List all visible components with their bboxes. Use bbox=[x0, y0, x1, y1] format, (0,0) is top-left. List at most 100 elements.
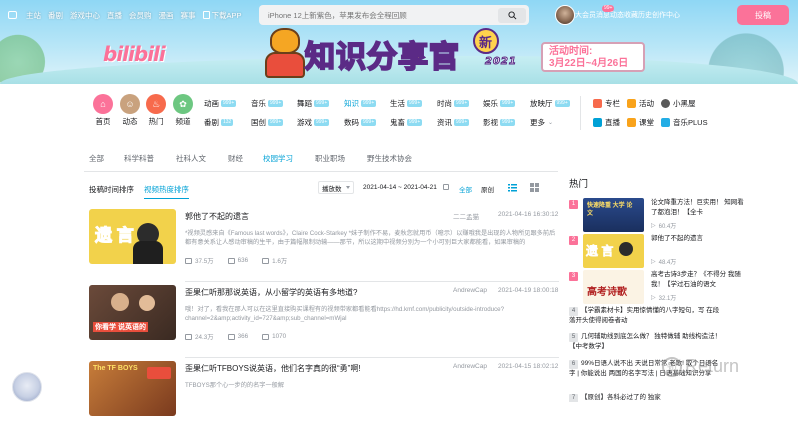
cat-digital[interactable]: 数码 999+ bbox=[344, 117, 377, 128]
sort-select[interactable]: 播放数 bbox=[318, 181, 354, 194]
video-uploader[interactable]: AndrewCap bbox=[453, 363, 487, 370]
link-game-center[interactable]: 游戏中心 bbox=[70, 10, 100, 21]
hot-item[interactable]: 3 高考诗歌 高考古诗3步走？《不得分 我随我！【学过石油的语文 ▷ 32.1万 bbox=[569, 270, 749, 306]
link-messages[interactable]: 消息 99+ bbox=[596, 5, 615, 20]
tab-humanities[interactable]: 社科人文 bbox=[176, 153, 206, 164]
nav-blackroom-label: 小黑屋 bbox=[673, 99, 696, 108]
search-input[interactable] bbox=[268, 10, 498, 20]
play-icon: ▷ bbox=[651, 295, 656, 301]
nav-dynamic[interactable]: ☺ 动态 bbox=[118, 94, 142, 127]
link-favorites[interactable]: 收藏 bbox=[624, 10, 638, 20]
video-item[interactable]: 你看学 说英语的 歪果仁听那那说英语，从小留学的英语有多地道? AndrewCa… bbox=[89, 285, 559, 360]
sort-by-popularity[interactable]: 视频热度排序 bbox=[144, 184, 189, 199]
video-description: TFBOYS那个心一步的的名字一般解 bbox=[185, 382, 285, 389]
nav-column[interactable]: 专栏 bbox=[593, 98, 620, 109]
rank-badge: 5 bbox=[569, 333, 578, 342]
danmaku-count: 636 bbox=[237, 257, 249, 264]
hot-item[interactable]: 1 快速降重 大学 论文 论文降重方法！巨实用！ 知网看了都泡泪！【全卡 ▷ 60… bbox=[569, 198, 749, 234]
nav-hot[interactable]: ♨ 热门 bbox=[144, 94, 168, 127]
hot-thumbnail[interactable]: 遗 言 bbox=[583, 234, 644, 268]
bilibili-logo[interactable]: bilibili bbox=[103, 42, 166, 66]
rank-badge: 4 bbox=[569, 307, 578, 316]
post-button[interactable]: 投稿 bbox=[737, 5, 789, 25]
tab-tech-association[interactable]: 野生技术协会 bbox=[367, 153, 412, 164]
video-item[interactable]: The TF BOYS 歪果仁听TFBOYS说英语，他们名字真的很“勇”啊! A… bbox=[89, 361, 559, 436]
tab-career[interactable]: 职业职场 bbox=[315, 153, 345, 164]
link-vip-shop[interactable]: 会员购 bbox=[129, 10, 152, 21]
cat-dance[interactable]: 舞蹈 999+ bbox=[297, 98, 330, 109]
video-thumbnail[interactable]: The TF BOYS bbox=[89, 361, 176, 416]
cat-news[interactable]: 资讯 999+ bbox=[437, 117, 470, 128]
link-history[interactable]: 历史 bbox=[638, 10, 652, 20]
hot-title[interactable]: 高考古诗3步走？《不得分 我随我！【学过石油的语文 bbox=[651, 270, 747, 290]
hot-thumbnail[interactable]: 快速降重 大学 论文 bbox=[583, 198, 644, 232]
list-view-icon[interactable] bbox=[508, 183, 517, 192]
video-thumbnail[interactable]: 遗 言 bbox=[89, 209, 176, 264]
cat-label: 数码 bbox=[344, 118, 359, 127]
user-avatar[interactable] bbox=[555, 5, 575, 25]
scope-original[interactable]: 原创 bbox=[481, 184, 494, 194]
cat-more[interactable]: 更多 ⌄ bbox=[530, 117, 553, 128]
tab-campus-study[interactable]: 校园学习 bbox=[263, 153, 293, 164]
cat-count: 999+ bbox=[268, 100, 284, 107]
download-app-link[interactable]: 下载APP bbox=[202, 10, 242, 21]
cat-entertainment[interactable]: 娱乐 999+ bbox=[483, 98, 516, 109]
video-item[interactable]: 遗 言 郭他了不起的遗言 二二孟猫 2021-04-16 16:30:12 *视… bbox=[89, 209, 559, 284]
video-uploader[interactable]: 二二孟猫 bbox=[453, 211, 479, 221]
tab-all[interactable]: 全部 bbox=[89, 153, 104, 164]
video-time: 2021-04-19 18:00:18 bbox=[498, 287, 559, 294]
link-anime[interactable]: 番剧 bbox=[48, 10, 63, 21]
play-icon bbox=[185, 333, 192, 340]
link-creator-center[interactable]: 创作中心 bbox=[652, 10, 680, 20]
sort-by-upload-time[interactable]: 投稿时间排序 bbox=[89, 184, 134, 195]
link-live[interactable]: 直播 bbox=[107, 10, 122, 21]
cat-music[interactable]: 音乐 999+ bbox=[251, 98, 284, 109]
nav-activity[interactable]: 活动 bbox=[627, 98, 654, 109]
cat-fashion[interactable]: 时尚 999+ bbox=[437, 98, 470, 109]
video-title[interactable]: 歪果仁听那那说英语，从小留学的英语有多地道? bbox=[185, 287, 357, 298]
cat-film-tv[interactable]: 影视 999+ bbox=[483, 117, 516, 128]
cat-animation[interactable]: 动画 999+ bbox=[204, 98, 237, 109]
tab-finance[interactable]: 财经 bbox=[228, 153, 243, 164]
cat-guichu[interactable]: 鬼畜 999+ bbox=[390, 117, 423, 128]
link-manga[interactable]: 漫画 bbox=[159, 10, 174, 21]
cat-bangumi[interactable]: 番剧 132 bbox=[204, 117, 234, 128]
cat-life[interactable]: 生活 999+ bbox=[390, 98, 423, 109]
nav-home[interactable]: ⌂ 首页 bbox=[91, 94, 115, 127]
grid-view-icon[interactable] bbox=[530, 183, 539, 192]
hot-title[interactable]: 郭他了不起的遗言 bbox=[651, 234, 747, 254]
cat-cinema[interactable]: 放映厅 999+ bbox=[530, 98, 570, 109]
nav-classroom[interactable]: 课堂 bbox=[627, 117, 654, 128]
hot-title[interactable]: 论文降重方法！巨实用！ 知网看了都泡泪！【全卡 bbox=[651, 198, 747, 218]
video-uploader[interactable]: AndrewCap bbox=[453, 287, 487, 294]
nav-classroom-label: 课堂 bbox=[639, 118, 654, 127]
cat-count: 999+ bbox=[314, 100, 330, 107]
cat-guochuang[interactable]: 国创 999+ bbox=[251, 117, 284, 128]
cat-games[interactable]: 游戏 999+ bbox=[297, 117, 330, 128]
cat-label: 影视 bbox=[483, 118, 498, 127]
hot-thumbnail[interactable]: 高考诗歌 bbox=[583, 270, 644, 304]
date-range-picker[interactable]: 2021-04-14 ~ 2021-04-21 bbox=[358, 181, 442, 194]
video-thumbnail[interactable]: 你看学 说英语的 bbox=[89, 285, 176, 340]
video-title[interactable]: 郭他了不起的遗言 bbox=[185, 211, 249, 222]
cat-knowledge[interactable]: 知识 999+ bbox=[344, 98, 377, 109]
floating-mascot-avatar[interactable] bbox=[12, 372, 42, 402]
nav-channel[interactable]: ✿ 频道 bbox=[171, 94, 195, 127]
hot-text-item[interactable]: 5 几何辅助线到底怎么做？ 独特做辅 助线构造法！【中考数学】 bbox=[569, 332, 724, 352]
scope-all[interactable]: 全部 bbox=[459, 184, 472, 194]
hot-text-item[interactable]: 7 【原创】各科必过了的 独家 bbox=[569, 393, 724, 402]
messages-label: 消息 bbox=[596, 12, 610, 19]
nav-music-plus[interactable]: 音乐PLUS bbox=[661, 117, 708, 128]
video-title[interactable]: 歪果仁听TFBOYS说英语，他们名字真的很“勇”啊! bbox=[185, 363, 361, 374]
play-icon: ▷ bbox=[651, 223, 656, 229]
nav-live[interactable]: 直播 bbox=[593, 117, 620, 128]
search-button[interactable] bbox=[498, 7, 526, 23]
tab-science[interactable]: 科学科普 bbox=[124, 153, 154, 164]
link-esports[interactable]: 赛事 bbox=[181, 10, 196, 21]
hot-item[interactable]: 2 遗 言 郭他了不起的遗言 ▷ 48.4万 bbox=[569, 234, 749, 270]
hot-text-item[interactable]: 4 【学霸素材卡】实用惊情懂的八字短句，写 在段落开头使得阅卷者动 bbox=[569, 306, 724, 326]
link-main[interactable]: 主站 bbox=[26, 10, 41, 21]
nav-blackroom[interactable]: 小黑屋 bbox=[661, 98, 696, 109]
link-big-vip[interactable]: 大会员 bbox=[575, 10, 596, 20]
link-dynamics[interactable]: 动态 bbox=[610, 10, 624, 20]
